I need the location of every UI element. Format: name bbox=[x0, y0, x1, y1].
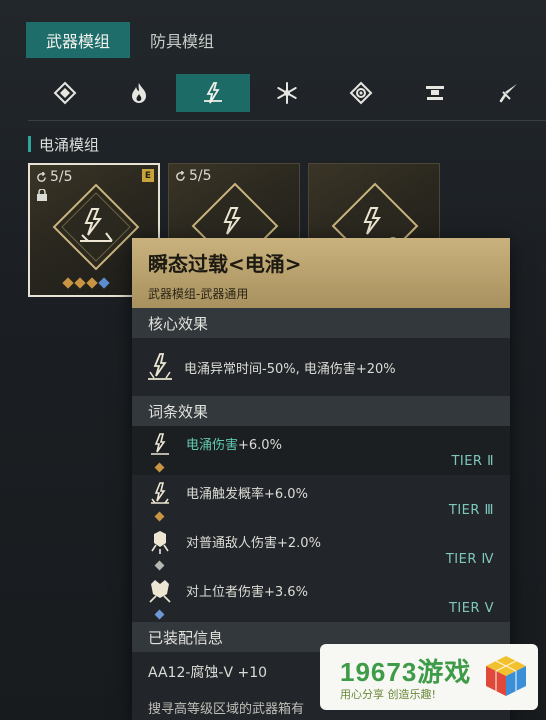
gem-icon bbox=[74, 277, 86, 289]
filter-fire[interactable] bbox=[102, 74, 176, 112]
section-title: 电涌模组 bbox=[39, 135, 100, 154]
filter-frost[interactable] bbox=[250, 74, 324, 112]
elite-damage-icon bbox=[149, 579, 171, 603]
site-watermark: 19673游戏 用心分享 创造乐趣! bbox=[320, 644, 538, 710]
core-effect-heading: 核心效果 bbox=[132, 308, 510, 338]
affix-tier: TIER Ⅱ bbox=[451, 454, 494, 469]
equipped-badge: E bbox=[142, 169, 154, 182]
affix-icon bbox=[146, 578, 174, 619]
filter-pierce[interactable] bbox=[472, 74, 546, 112]
affix-row: 对普通敌人伤害+2.0% TIER Ⅳ bbox=[132, 524, 510, 573]
lock-icon bbox=[37, 189, 47, 201]
affix-value: +6.0% bbox=[238, 438, 282, 453]
gem-icon bbox=[62, 277, 74, 289]
tooltip-header: 瞬态过载<电涌> 武器模组-武器通用 bbox=[132, 238, 510, 308]
gem-icon bbox=[154, 560, 165, 570]
affix-tier: TIER Ⅲ bbox=[448, 503, 494, 518]
element-filter-bar bbox=[28, 74, 546, 112]
section-accent-bar bbox=[28, 136, 31, 152]
shock-module-emblem-icon bbox=[52, 183, 140, 271]
filter-corrosion[interactable] bbox=[324, 74, 398, 112]
affix-value: 对上位者伤害+3.6% bbox=[186, 585, 308, 600]
affix-text: 对普通敌人伤害+2.0% bbox=[186, 532, 321, 551]
filter-burst[interactable] bbox=[398, 74, 472, 112]
lightning-icon bbox=[204, 82, 222, 104]
module-type: 武器模组-武器通用 bbox=[148, 287, 249, 301]
affix-icon bbox=[146, 480, 174, 521]
refresh-icon bbox=[37, 171, 46, 182]
module-type-tabs: 武器模组 防具模组 bbox=[26, 22, 234, 58]
gem-icon bbox=[154, 511, 165, 521]
watermark-slogan: 用心分享 创造乐趣! bbox=[340, 688, 436, 701]
affix-icon bbox=[146, 529, 174, 570]
cube-logo-icon bbox=[486, 656, 526, 696]
turret-icon bbox=[426, 86, 444, 100]
shock-emblem-icon bbox=[148, 353, 172, 380]
shock-chance-icon bbox=[151, 481, 169, 504]
shock-damage-icon bbox=[151, 432, 169, 455]
gem-icon bbox=[154, 609, 165, 619]
snowflake-icon bbox=[277, 82, 297, 104]
affix-icon bbox=[146, 431, 174, 472]
filter-shock[interactable] bbox=[176, 74, 250, 112]
affix-row: 电涌伤害+6.0% TIER Ⅱ bbox=[132, 426, 510, 475]
tab-armor-module[interactable]: 防具模组 bbox=[130, 22, 234, 58]
affix-value: 电涌触发概率+6.0% bbox=[186, 487, 308, 502]
affix-row: 电涌触发概率+6.0% TIER Ⅲ bbox=[132, 475, 510, 524]
filter-general[interactable] bbox=[28, 74, 102, 112]
affix-text: 电涌伤害+6.0% bbox=[186, 434, 282, 453]
divider bbox=[28, 120, 546, 121]
section-header: 电涌模组 bbox=[28, 134, 99, 154]
watermark-title: 19673游戏 bbox=[340, 657, 472, 687]
affix-text: 对上位者伤害+3.6% bbox=[186, 581, 308, 600]
affix-row: 对上位者伤害+3.6% TIER Ⅴ bbox=[132, 573, 510, 622]
gem-icon bbox=[86, 277, 98, 289]
affix-value: 对普通敌人伤害+2.0% bbox=[186, 536, 321, 551]
flame-icon bbox=[132, 83, 146, 103]
diamond-core-icon bbox=[53, 81, 77, 105]
module-name: 瞬态过载<电涌> bbox=[148, 252, 302, 276]
gear-diamond-icon bbox=[349, 81, 373, 105]
enemy-damage-icon bbox=[151, 530, 169, 554]
gem-icon bbox=[98, 277, 110, 289]
gem-icon bbox=[154, 462, 165, 472]
blade-icon bbox=[499, 84, 517, 103]
module-rarity-gems bbox=[62, 277, 110, 289]
affix-tier: TIER Ⅳ bbox=[445, 552, 494, 567]
core-effect-row: 电涌异常时间-50%, 电涌伤害+20% bbox=[132, 338, 510, 396]
affix-text: 电涌触发概率+6.0% bbox=[186, 483, 308, 502]
affix-highlight: 电涌伤害 bbox=[186, 438, 239, 453]
core-effect-text: 电涌异常时间-50%, 电涌伤害+20% bbox=[184, 361, 396, 377]
affix-tier: TIER Ⅴ bbox=[448, 601, 494, 616]
tab-weapon-module[interactable]: 武器模组 bbox=[26, 22, 131, 58]
affix-effect-heading: 词条效果 bbox=[132, 396, 510, 426]
refresh-icon bbox=[176, 170, 185, 181]
